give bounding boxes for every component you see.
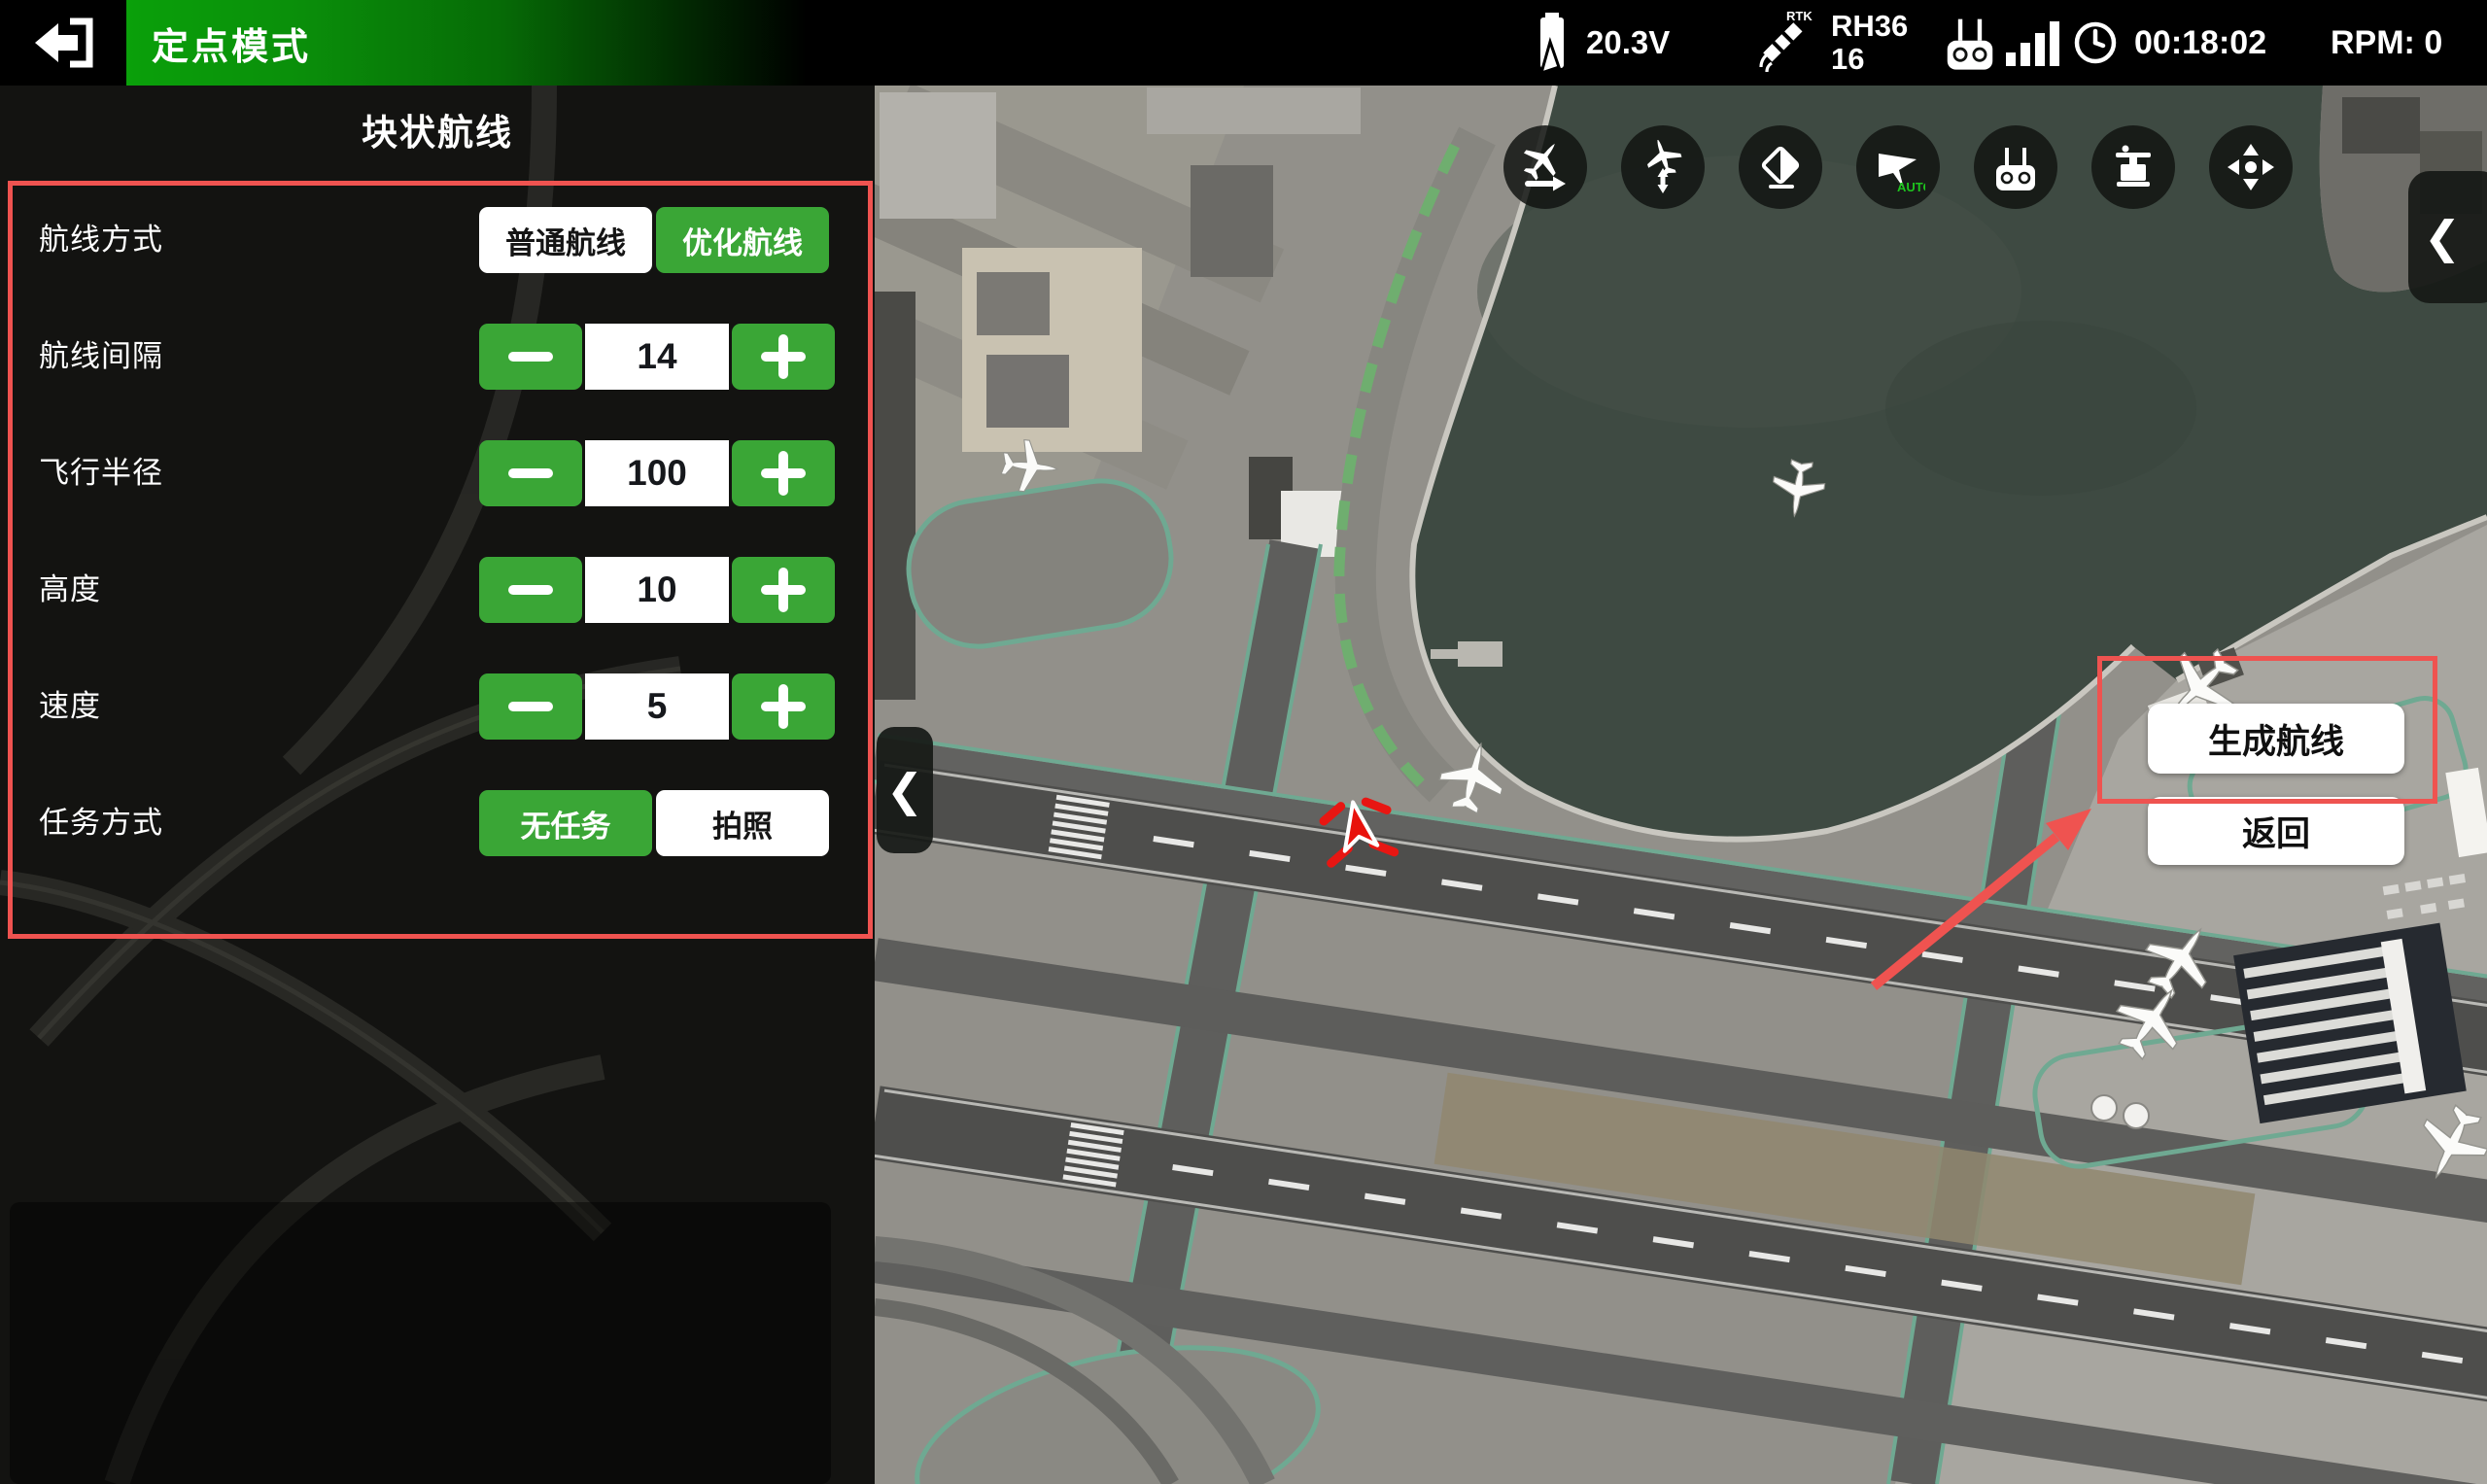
plus-icon [761,451,806,496]
auto-nav-button[interactable]: AUTO [1856,125,1940,209]
route-settings-panel: 块状航线 航线方式 普通航线 优化航线 航线间隔 14 飞行半径 100 [0,86,875,1484]
exit-button[interactable] [0,0,126,86]
back-map-button[interactable]: 返回 [2148,797,2404,865]
chevron-left-icon: ❮ [2424,211,2462,263]
chevron-left-icon: ❮ [886,764,924,816]
signal-bars-icon [2006,17,2062,68]
flight-mode-banner: 定点模式 [126,0,807,86]
speed-minus-button[interactable] [479,673,582,740]
panel-collapse-handle[interactable]: ❮ [877,727,933,853]
line-spacing-label: 航线间隔 [39,324,163,390]
task-mode-label: 任务方式 [39,790,163,856]
rc-link-status [1940,0,2062,86]
map-canvas [875,86,2487,1484]
rtk-name: RH36 [1831,10,1908,43]
battery-voltage: 20.3V [1586,24,1670,61]
option-take-photo[interactable]: 拍照 [656,790,829,856]
option-label: 拍照 [712,802,773,846]
clock-icon [2072,19,2119,66]
drone-marker [1314,785,1401,873]
altitude-value[interactable]: 10 [585,557,729,623]
panel-lower-dark-area [10,1202,831,1484]
ground-station-screen: AUTO 生成航线 返回 ❮ ❮ [0,0,2487,1484]
winch-icon [2106,140,2160,194]
plane-forward-icon [1518,140,1572,194]
speed-plus-button[interactable] [732,673,835,740]
speed-label: 速度 [39,673,101,740]
generate-route-label: 生成航线 [2208,714,2344,764]
option-optimized-route[interactable]: 优化航线 [656,207,829,273]
route-mode-label: 航线方式 [39,207,163,273]
generate-route-button[interactable]: 生成航线 [2148,704,2404,774]
battery-icon [1534,11,1572,75]
map-satellite-view[interactable] [875,86,2487,1484]
panel-title: 块状航线 [0,103,875,155]
rc-signal-button[interactable] [1974,125,2057,209]
eraser-button[interactable] [1739,125,1822,209]
plane-altitude-button[interactable] [1621,125,1705,209]
plus-icon [761,684,806,729]
pan-control-button[interactable] [2209,125,2293,209]
altitude-plus-button[interactable] [732,557,835,623]
speed-value[interactable]: 5 [585,673,729,740]
rpm-value: RPM: 0 [2331,24,2442,62]
rtk-status: RTK RH36 16 [1749,0,1908,86]
line-spacing-minus-button[interactable] [479,324,582,390]
row-altitude: 高度 10 [0,557,875,623]
plane-forward-button[interactable] [1503,125,1587,209]
option-label: 优化航线 [682,219,803,262]
row-route-mode: 航线方式 普通航线 优化航线 [0,207,875,273]
flight-mode-label: 定点模式 [152,17,311,70]
rtk-satellite-icon: RTK [1749,7,1821,79]
winch-button[interactable] [2091,125,2175,209]
minus-icon [508,468,553,478]
rc-icon [1940,13,2000,73]
auto-label: AUTO [1897,180,1925,194]
auto-nav-icon: AUTO [1871,140,1925,194]
row-speed: 速度 5 [0,673,875,740]
back-map-label: 返回 [2242,807,2310,856]
line-spacing-value[interactable]: 14 [585,324,729,390]
minus-icon [508,352,553,362]
battery-status: 20.3V [1534,0,1670,86]
right-panel-collapse-handle[interactable]: ❮ [2408,171,2487,303]
flight-radius-minus-button[interactable] [479,440,582,506]
row-task-mode: 任务方式 无任务 拍照 [0,790,875,856]
line-spacing-plus-button[interactable] [732,324,835,390]
pan-control-icon [2224,140,2278,194]
row-flight-radius: 飞行半径 100 [0,440,875,506]
rc-icon [1988,140,2043,194]
option-no-task[interactable]: 无任务 [479,790,652,856]
flight-time: 00:18:02 [2134,24,2266,62]
minus-icon [508,702,553,711]
rpm-status: RPM: 0 [2331,0,2442,86]
option-label: 无任务 [521,802,611,846]
flight-time-status: 00:18:02 [2072,0,2266,86]
plus-icon [761,334,806,379]
exit-icon [29,14,97,72]
flight-radius-value[interactable]: 100 [585,440,729,506]
row-line-spacing: 航线间隔 14 [0,324,875,390]
top-status-bar: 定点模式 20.3V RTK [0,0,2487,86]
plane-altitude-icon [1636,140,1690,194]
option-label: 普通航线 [505,219,626,262]
altitude-label: 高度 [39,557,101,623]
altitude-minus-button[interactable] [479,557,582,623]
plus-icon [761,568,806,612]
flight-radius-plus-button[interactable] [732,440,835,506]
option-normal-route[interactable]: 普通航线 [479,207,652,273]
flight-radius-label: 飞行半径 [39,440,163,506]
rtk-badge: RTK [1786,9,1813,23]
minus-icon [508,585,553,595]
rtk-count: 16 [1831,43,1908,76]
eraser-icon [1753,140,1808,194]
